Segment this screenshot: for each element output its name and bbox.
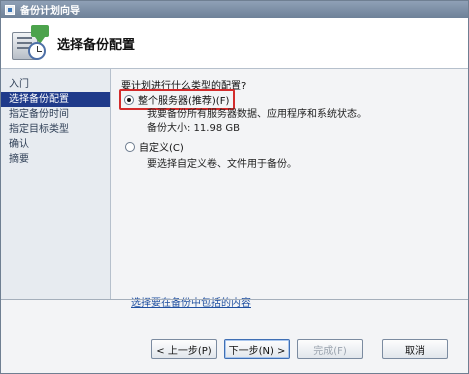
window-title: 备份计划向导	[20, 6, 80, 17]
sidebar-item-getting-started[interactable]: 入门	[1, 77, 110, 92]
sidebar-item-backup-configuration[interactable]: 选择备份配置	[1, 92, 110, 107]
custom-description: 要选择自定义卷、文件用于备份。	[147, 159, 297, 170]
back-button[interactable]: < 上一步(P)	[151, 339, 217, 359]
footer-separator	[1, 299, 468, 300]
sidebar-item-summary[interactable]: 摘要	[1, 152, 110, 167]
next-button[interactable]: 下一步(N) >	[224, 339, 290, 359]
full-server-radio[interactable]	[124, 94, 134, 105]
cancel-button[interactable]: 取消	[382, 339, 448, 359]
wizard-content: 要计划进行什么类型的配置? 整个服务器(推荐)(F) 我要备份所有服务器数据、应…	[111, 69, 468, 309]
finish-button[interactable]: 完成(F)	[297, 339, 363, 359]
custom-label: 自定义(C)	[139, 143, 184, 154]
sidebar-item-destination-type[interactable]: 指定目标类型	[1, 122, 110, 137]
window-icon	[5, 4, 15, 15]
wizard-window: 备份计划向导 选择备份配置 入门 选择备份配置 指定备份时间 指定目标类型 确认…	[0, 0, 469, 374]
title-bar[interactable]: 备份计划向导	[1, 1, 468, 18]
page-title: 选择备份配置	[57, 37, 136, 53]
backup-contents-link[interactable]: 选择要在备份中包括的内容	[131, 294, 251, 309]
sidebar-item-backup-time[interactable]: 指定备份时间	[1, 107, 110, 122]
full-server-description: 我要备份所有服务器数据、应用程序和系统状态。	[147, 109, 367, 120]
sidebar-item-confirmation[interactable]: 确认	[1, 137, 110, 152]
backup-size: 备份大小: 11.98 GB	[147, 123, 240, 134]
custom-option[interactable]: 自定义(C)	[125, 139, 184, 154]
custom-radio[interactable]	[125, 141, 135, 152]
backup-schedule-icon	[9, 24, 51, 62]
wizard-sidebar: 入门 选择备份配置 指定备份时间 指定目标类型 确认 摘要	[1, 69, 111, 299]
wizard-header: 选择备份配置	[1, 18, 468, 69]
wizard-buttons: < 上一步(P) 下一步(N) > 完成(F) 取消	[151, 339, 448, 359]
